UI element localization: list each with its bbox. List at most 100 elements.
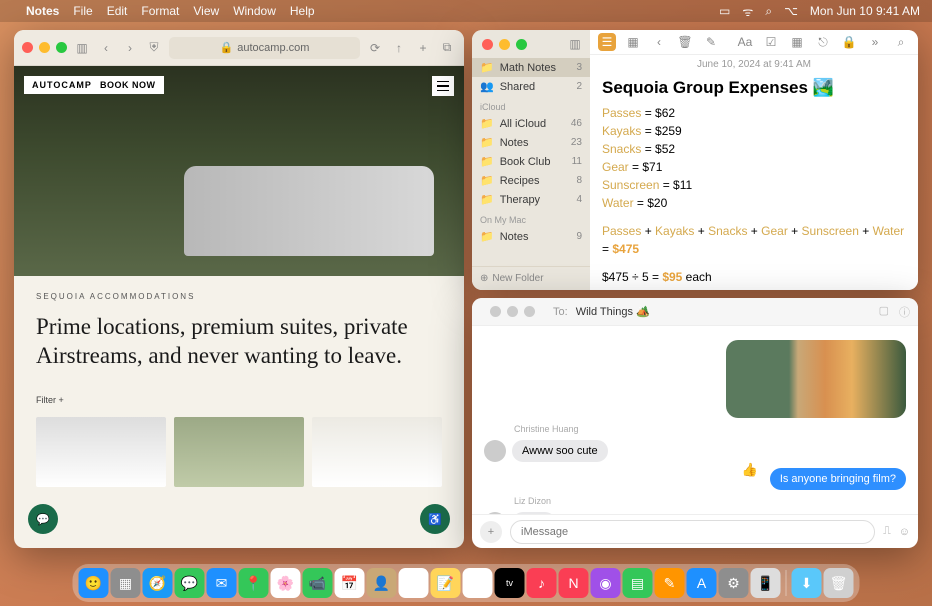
tabs-icon[interactable]: ⧉ <box>438 39 456 57</box>
conversation-name[interactable]: Wild Things 🏕️ <box>576 305 650 318</box>
close-button[interactable] <box>482 39 493 50</box>
menu-view[interactable]: View <box>193 4 219 18</box>
list-view-icon[interactable]: ☰ <box>598 33 616 51</box>
menu-window[interactable]: Window <box>233 4 276 18</box>
app-menu[interactable]: Notes <box>26 4 59 18</box>
avatar[interactable] <box>484 512 506 514</box>
avatar[interactable] <box>484 440 506 462</box>
facetime-icon[interactable]: ▢ <box>879 304 889 320</box>
folder-row[interactable]: 📁Book Club11 <box>472 152 590 171</box>
dock-iphone-mirror[interactable]: 📱 <box>751 568 781 598</box>
folder-row[interactable]: 📁All iCloud46 <box>472 114 590 133</box>
lock-icon[interactable]: 🔒 <box>840 33 858 51</box>
menu-format[interactable]: Format <box>141 4 179 18</box>
dock-music[interactable]: ♪ <box>527 568 557 598</box>
compose-icon[interactable]: ✎ <box>702 33 720 51</box>
menu-help[interactable]: Help <box>290 4 315 18</box>
filter-link[interactable]: Filter + <box>36 395 442 405</box>
dock-notes[interactable]: 📝 <box>431 568 461 598</box>
folder-row[interactable]: 📁Math Notes3 <box>472 58 590 77</box>
battery-icon[interactable]: ▭ <box>719 4 730 18</box>
clock[interactable]: Mon Jun 10 9:41 AM <box>810 4 920 18</box>
dock-finder[interactable]: 🙂 <box>79 568 109 598</box>
dock-photos[interactable]: 🌸 <box>271 568 301 598</box>
dock-facetime[interactable]: 📹 <box>303 568 333 598</box>
thumbnail-2[interactable] <box>174 417 304 487</box>
menu-edit[interactable]: Edit <box>107 4 128 18</box>
dock-calendar[interactable]: 📅 <box>335 568 365 598</box>
format-icon[interactable]: Aa <box>736 33 754 51</box>
zoom-button[interactable] <box>524 306 535 317</box>
dock-messages[interactable]: 💬 <box>175 568 205 598</box>
chat-fab[interactable]: 💬 <box>28 504 58 534</box>
wifi-icon[interactable]: ᯤ <box>742 3 753 20</box>
grid-view-icon[interactable]: ▦ <box>624 33 642 51</box>
share-icon[interactable]: ↑ <box>390 39 408 57</box>
folder-row[interactable]: 📁Therapy4 <box>472 190 590 209</box>
book-now-button[interactable]: BOOK NOW <box>92 76 164 94</box>
thumbnail-3[interactable] <box>312 417 442 487</box>
site-logo[interactable]: AUTOCAMP <box>24 76 100 94</box>
dock-appstore[interactable]: A <box>687 568 717 598</box>
back-icon[interactable]: ‹ <box>650 33 668 51</box>
dock-safari[interactable]: 🧭 <box>143 568 173 598</box>
dock-news[interactable]: N <box>559 568 589 598</box>
dock-downloads[interactable]: ⬇ <box>792 568 822 598</box>
dock-maps[interactable]: 📍 <box>239 568 269 598</box>
shield-icon[interactable]: ⛨ <box>145 39 163 57</box>
dock-tv[interactable]: tv <box>495 568 525 598</box>
dock-contacts[interactable]: 👤 <box>367 568 397 598</box>
minimize-button[interactable] <box>507 306 518 317</box>
folder-row[interactable]: 👥Shared2 <box>472 77 590 96</box>
message-bubble[interactable]: Is anyone bringing film? <box>770 468 906 490</box>
dock-settings[interactable]: ⚙ <box>719 568 749 598</box>
info-icon[interactable]: ⓘ <box>899 304 910 320</box>
dock-mail[interactable]: ✉ <box>207 568 237 598</box>
dock-podcasts[interactable]: ◉ <box>591 568 621 598</box>
tapback-reaction[interactable]: 👍 <box>742 462 758 478</box>
sidebar-toggle-icon[interactable]: ▥ <box>566 35 584 53</box>
zoom-button[interactable] <box>516 39 527 50</box>
emoji-icon[interactable]: ☺ <box>899 526 910 538</box>
image-attachment[interactable] <box>726 340 906 418</box>
minimize-button[interactable] <box>39 42 50 53</box>
message-bubble[interactable]: Awww soo cute <box>512 440 608 462</box>
note-body[interactable]: Sequoia Group Expenses 🏞️ Passes = $62Ka… <box>590 74 918 290</box>
close-button[interactable] <box>490 306 501 317</box>
folder-row[interactable]: 📁Notes23 <box>472 133 590 152</box>
trash-icon[interactable]: 🗑 <box>676 33 694 51</box>
dock-launchpad[interactable]: ▦ <box>111 568 141 598</box>
checklist-icon[interactable]: ☑ <box>762 33 780 51</box>
message-bubble[interactable]: I am! <box>512 512 556 514</box>
control-center-icon[interactable]: ⌥ <box>784 4 798 18</box>
reload-icon[interactable]: ⟳ <box>366 39 384 57</box>
forward-icon[interactable]: › <box>121 39 139 57</box>
more-icon[interactable]: » <box>866 33 884 51</box>
close-button[interactable] <box>22 42 33 53</box>
folder-row[interactable]: 📁Recipes8 <box>472 171 590 190</box>
folder-row[interactable]: 📁Notes9 <box>472 227 590 246</box>
dock-trash[interactable]: 🗑 <box>824 568 854 598</box>
address-bar[interactable]: 🔒 autocamp.com <box>169 37 360 59</box>
back-icon[interactable]: ‹ <box>97 39 115 57</box>
zoom-button[interactable] <box>56 42 67 53</box>
dock-pages[interactable]: ✎ <box>655 568 685 598</box>
hamburger-menu[interactable] <box>432 76 454 96</box>
search-icon[interactable]: ⌕ <box>765 4 772 19</box>
minimize-button[interactable] <box>499 39 510 50</box>
new-tab-icon[interactable]: + <box>414 39 432 57</box>
message-input[interactable] <box>510 520 875 544</box>
media-icon[interactable]: ⎋ <box>814 33 832 51</box>
menu-file[interactable]: File <box>73 4 92 18</box>
sidebar-toggle-icon[interactable]: ▥ <box>73 39 91 57</box>
apps-button[interactable]: + <box>480 521 502 543</box>
dock-reminders[interactable]: ☑ <box>399 568 429 598</box>
table-icon[interactable]: ▦ <box>788 33 806 51</box>
dock-freeform[interactable]: 〰 <box>463 568 493 598</box>
new-folder-button[interactable]: ⊕ New Folder <box>472 266 590 290</box>
dock-numbers[interactable]: ▤ <box>623 568 653 598</box>
thumbnail-1[interactable] <box>36 417 166 487</box>
search-icon[interactable]: ⌕ <box>892 33 910 51</box>
accessibility-fab[interactable]: ♿ <box>420 504 450 534</box>
audio-icon[interactable]: ⎍ <box>883 525 891 538</box>
